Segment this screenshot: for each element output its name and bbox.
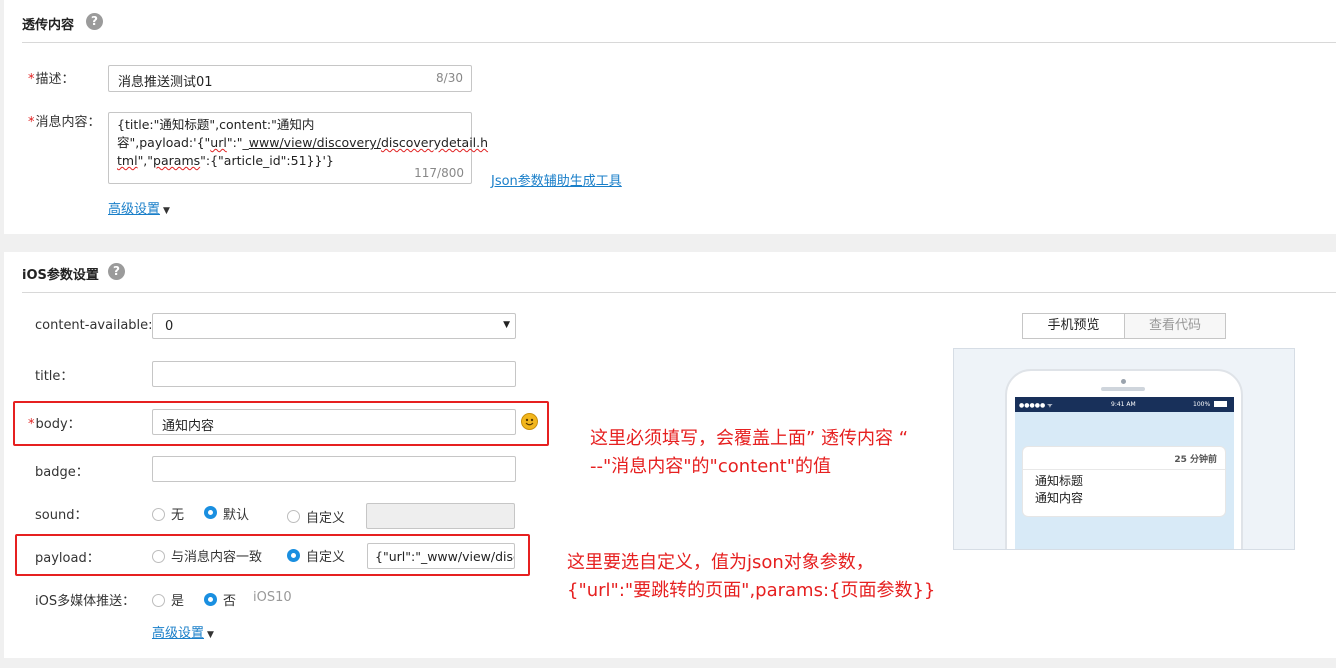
dropdown-arrow-icon: ▼ <box>503 320 510 330</box>
sound-radio-default[interactable] <box>204 506 217 519</box>
media-option-no-label: 否 <box>223 594 237 609</box>
msg-char-counter: 117/800 <box>414 166 464 180</box>
content-available-label: content-available: <box>35 318 153 333</box>
desc-label: *描述： <box>28 72 75 87</box>
title-input[interactable] <box>152 361 516 387</box>
signal-icon: ●●●●● ᯤ <box>1019 402 1053 409</box>
media-radio-yes[interactable] <box>152 594 165 607</box>
media-push-label: iOS多媒体推送： <box>35 594 136 609</box>
sound-label: sound： <box>35 508 88 523</box>
tab-phone-preview[interactable]: 手机预览 <box>1022 313 1125 339</box>
caret-down-icon: ▼ <box>163 206 170 216</box>
desc-char-counter: 8/30 <box>436 71 463 85</box>
sound-radio-none[interactable] <box>152 508 165 521</box>
help-icon[interactable]: ? <box>108 263 125 280</box>
help-icon[interactable]: ? <box>86 13 103 30</box>
battery-icon <box>1214 401 1227 407</box>
sound-option-default-label: 默认 <box>223 508 250 523</box>
content-available-value: 0 <box>165 319 174 334</box>
content-available-select[interactable]: 0 ▼ <box>152 313 516 339</box>
section-divider <box>22 42 1336 43</box>
desc-input[interactable]: 消息推送测试01 8/30 <box>108 65 472 92</box>
status-bar: ●●●●● ᯤ 9:41 AM 100% <box>1015 397 1234 412</box>
json-tool-link[interactable]: Json参数辅助生成工具 <box>491 170 622 189</box>
msg-content-label: *消息内容： <box>28 115 101 130</box>
sound-radio-custom[interactable] <box>287 510 300 523</box>
media-option-yes-label: 是 <box>171 594 185 609</box>
battery-percent: 100% <box>1193 401 1211 408</box>
annotation-payload-note: 这里要选自定义，值为json对象参数， {"url":"要跳转的页面",para… <box>567 552 936 601</box>
highlight-box-payload <box>15 534 530 576</box>
title-label: title： <box>35 369 74 384</box>
sound-custom-input[interactable] <box>366 503 515 529</box>
notification-title: 通知标题 <box>1035 474 1084 488</box>
notification-body: 通知内容 <box>1035 491 1084 505</box>
advanced-settings-link[interactable]: 高级设置 ▼ <box>152 622 214 641</box>
notification-card: 25 分钟前 通知标题 通知内容 <box>1022 446 1226 517</box>
notification-divider <box>1023 469 1225 470</box>
speaker-icon <box>1101 387 1145 391</box>
section-divider <box>22 292 1336 293</box>
camera-icon <box>1121 379 1126 384</box>
badge-input[interactable] <box>152 456 516 482</box>
annotation-body-note: 这里必须填写，会覆盖上面” 透传内容 “ --"消息内容"的"content"的… <box>590 428 909 477</box>
phone-screen: ●●●●● ᯤ 9:41 AM 100% 25 分钟前 通知标题 通知内容 <box>1015 397 1234 549</box>
status-time: 9:41 AM <box>1111 401 1136 408</box>
desc-input-value: 消息推送测试01 <box>118 75 213 90</box>
passthrough-panel: 透传内容 ? *描述： 消息推送测试01 8/30 *消息内容： {title:… <box>4 0 1336 234</box>
ios10-note: iOS10 <box>253 590 292 605</box>
caret-down-icon: ▼ <box>207 630 214 640</box>
section-title-ios: iOS参数设置 <box>22 268 99 283</box>
sound-option-custom-label: 自定义 <box>306 511 346 526</box>
tab-view-code[interactable]: 查看代码 <box>1124 313 1226 339</box>
sound-option-none-label: 无 <box>171 508 185 523</box>
section-title-passthrough: 透传内容 <box>22 18 75 33</box>
advanced-settings-link[interactable]: 高级设置 ▼ <box>108 198 170 217</box>
highlight-box-body <box>13 401 549 446</box>
notification-time: 25 分钟前 <box>1174 455 1217 465</box>
badge-label: badge： <box>35 465 89 480</box>
media-radio-no[interactable] <box>204 593 217 606</box>
msg-content-textarea[interactable]: {title:"通知标题",content:"通知内 容",payload:'{… <box>108 112 488 184</box>
phone-preview: ●●●●● ᯤ 9:41 AM 100% 25 分钟前 通知标题 通知内容 <box>953 348 1295 550</box>
msg-content-text: {title:"通知标题",content:"通知内 容",payload:'{… <box>117 117 489 168</box>
